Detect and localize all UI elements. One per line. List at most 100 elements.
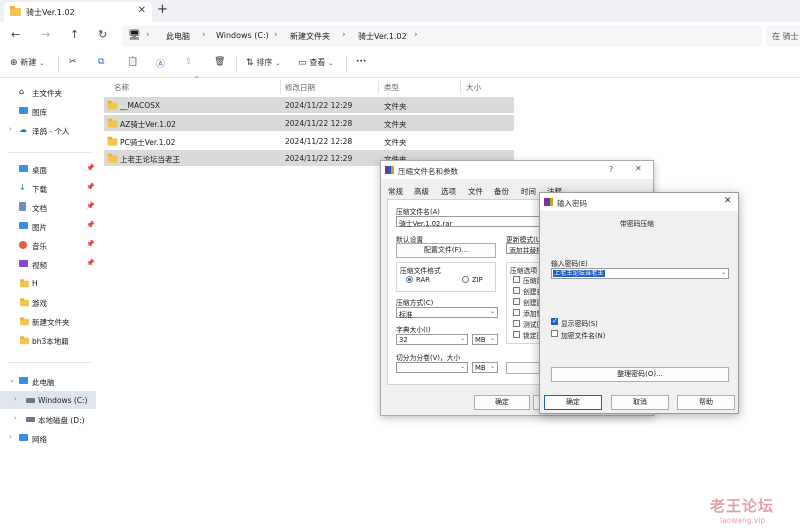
- option-checkbox[interactable]: [513, 298, 520, 305]
- sort-button[interactable]: ⇅ 排序 ⌄: [246, 57, 280, 68]
- view-button[interactable]: ▭ 查看 ⌄: [298, 57, 333, 68]
- breadcrumb-current[interactable]: 骑士Ver.1.02: [358, 31, 407, 42]
- delete-icon[interactable]: 🗑: [214, 57, 225, 67]
- sidebar-item-videos[interactable]: 视频 📌: [0, 255, 96, 273]
- table-row[interactable]: __MACOSX 2024/11/22 12:29 文件夹: [104, 97, 514, 113]
- sidebar-item-pictures[interactable]: 图片 📌: [0, 217, 96, 235]
- pin-icon[interactable]: 📌: [86, 259, 95, 267]
- paste-icon[interactable]: 📋: [127, 57, 138, 67]
- show-password-checkbox[interactable]: [551, 317, 558, 325]
- search-input[interactable]: 在 骑士: [766, 25, 800, 47]
- cut-icon[interactable]: ✂: [69, 57, 77, 67]
- sidebar-item-desktop[interactable]: 桌面 📌: [0, 160, 96, 178]
- sidebar-item-windows-c[interactable]: › Windows (C:): [0, 391, 96, 409]
- breadcrumb-new-folder[interactable]: 新建文件夹: [290, 31, 330, 42]
- format-zip-radio[interactable]: [462, 276, 469, 283]
- pin-icon[interactable]: 📌: [86, 221, 95, 229]
- pin-icon[interactable]: 📌: [86, 183, 95, 191]
- address-bar[interactable]: 🖥 › 此电脑 › Windows (C:) › 新建文件夹 › 骑士Ver.1…: [122, 25, 762, 47]
- table-row[interactable]: PC骑士Ver.1.02 2024/11/22 12:28 文件夹: [104, 133, 514, 149]
- tab-time[interactable]: 时间: [521, 186, 536, 197]
- tab-close-icon[interactable]: ✕: [138, 5, 146, 16]
- sidebar-item-games[interactable]: 游戏: [0, 293, 96, 311]
- option-checkbox[interactable]: [513, 309, 520, 316]
- tab-options[interactable]: 选项: [441, 186, 456, 197]
- dict-select[interactable]: 32 ⌄: [396, 334, 468, 345]
- sidebar-item-this-pc[interactable]: ⌄ 此电脑: [0, 372, 96, 390]
- tab-backup[interactable]: 备份: [494, 186, 509, 197]
- dict-value: 32: [399, 336, 408, 344]
- rename-icon[interactable]: Ⓐ: [156, 57, 165, 70]
- breadcrumb-windows-c[interactable]: Windows (C:): [216, 31, 269, 40]
- tab-general[interactable]: 常规: [388, 186, 403, 197]
- option-checkbox[interactable]: [513, 287, 520, 294]
- new-tab-button[interactable]: +: [157, 2, 168, 17]
- sidebar-item-gallery[interactable]: 图库: [0, 102, 96, 120]
- column-divider[interactable]: [460, 80, 461, 94]
- split-size-input[interactable]: ⌄: [396, 362, 468, 373]
- breadcrumb-this-pc[interactable]: 此电脑: [166, 31, 190, 42]
- tab-advanced[interactable]: 高级: [414, 186, 429, 197]
- sidebar-item-onedrive[interactable]: › ☁ 泽鸽 - 个人: [0, 121, 96, 139]
- new-button[interactable]: ⊕ 新建 ⌄: [10, 57, 44, 68]
- column-header-size[interactable]: 大小: [466, 82, 481, 93]
- sidebar-item-music[interactable]: 音乐 📌: [0, 236, 96, 254]
- sidebar-item-bh3[interactable]: bh3本地籍: [0, 331, 96, 349]
- archive-name-input[interactable]: 骑士Ver.1.02.rar: [396, 216, 546, 228]
- option-checkbox[interactable]: [513, 320, 520, 327]
- sidebar-item-documents[interactable]: 文档 📌: [0, 198, 96, 216]
- sidebar-item-h[interactable]: H: [0, 274, 96, 292]
- sort-icon: ⇅: [246, 58, 254, 68]
- explorer-tab[interactable]: 骑士Ver.1.02 ✕: [4, 2, 152, 22]
- pin-icon[interactable]: 📌: [86, 164, 95, 172]
- sidebar-item-downloads[interactable]: ↓ 下载 📌: [0, 179, 96, 197]
- share-icon[interactable]: ⇪: [185, 57, 193, 67]
- ok-button[interactable]: 确定: [544, 395, 602, 410]
- column-divider[interactable]: [280, 80, 281, 94]
- column-header-type[interactable]: 类型: [384, 82, 399, 93]
- encrypt-names-checkbox[interactable]: [551, 330, 558, 337]
- document-icon: [19, 202, 26, 211]
- back-icon[interactable]: ←: [11, 28, 20, 41]
- chevron-down-icon: ⌄: [328, 60, 334, 67]
- column-header-name[interactable]: 名称: [114, 82, 129, 93]
- tab-files[interactable]: 文件: [468, 186, 483, 197]
- breadcrumb-sep: ›: [146, 30, 150, 40]
- copy-icon[interactable]: ⧉: [98, 57, 104, 67]
- split-unit-select[interactable]: MB ⌄: [472, 362, 498, 373]
- organize-passwords-button[interactable]: 整理密码(O)...: [551, 367, 729, 382]
- folder-icon: [107, 118, 118, 128]
- up-icon[interactable]: ↑: [70, 28, 79, 41]
- help-button[interactable]: 帮助: [677, 395, 735, 410]
- refresh-icon[interactable]: ↻: [98, 28, 107, 41]
- cancel-button[interactable]: 取消: [611, 395, 669, 410]
- dialog-title-bar: 输入密码 ✕: [540, 193, 738, 211]
- column-divider[interactable]: [378, 80, 379, 94]
- sidebar-item-network[interactable]: › 网络: [0, 429, 96, 447]
- table-row[interactable]: AZ骑士Ver.1.02 2024/11/22 12:28 文件夹: [104, 115, 514, 131]
- close-icon[interactable]: ✕: [724, 196, 732, 206]
- ok-button[interactable]: 确定: [474, 395, 530, 410]
- sidebar-item-new-folder[interactable]: 新建文件夹: [0, 312, 96, 330]
- sidebar-divider: [8, 152, 92, 153]
- folder-icon: [107, 153, 118, 163]
- dict-unit-select[interactable]: MB ⌄: [472, 334, 498, 345]
- chevron-down-icon: ⌄: [489, 308, 495, 315]
- option-checkbox[interactable]: [513, 276, 520, 283]
- sidebar-item-home[interactable]: ⌂ 主文件夹: [0, 83, 96, 101]
- sidebar-item-local-d[interactable]: › 本地磁盘 (D:): [0, 410, 96, 428]
- profiles-button[interactable]: 配置文件(F)...: [396, 243, 496, 258]
- option-checkbox[interactable]: [513, 331, 520, 338]
- pin-icon[interactable]: 📌: [86, 202, 95, 210]
- column-header-date[interactable]: 修改日期: [285, 82, 315, 93]
- chevron-down-icon: ⌄: [459, 335, 465, 342]
- computer-icon: 🖥: [128, 30, 141, 41]
- pin-icon[interactable]: 📌: [86, 240, 95, 248]
- format-rar-radio[interactable]: [406, 276, 413, 283]
- more-options-button[interactable]: ···: [356, 57, 366, 67]
- password-input[interactable]: 上老王论坛当老王 ⌄: [551, 268, 729, 279]
- forward-icon[interactable]: →: [41, 28, 50, 41]
- help-icon[interactable]: ?: [609, 165, 613, 174]
- method-select[interactable]: 标准 ⌄: [396, 307, 498, 319]
- close-icon[interactable]: ✕: [635, 164, 642, 173]
